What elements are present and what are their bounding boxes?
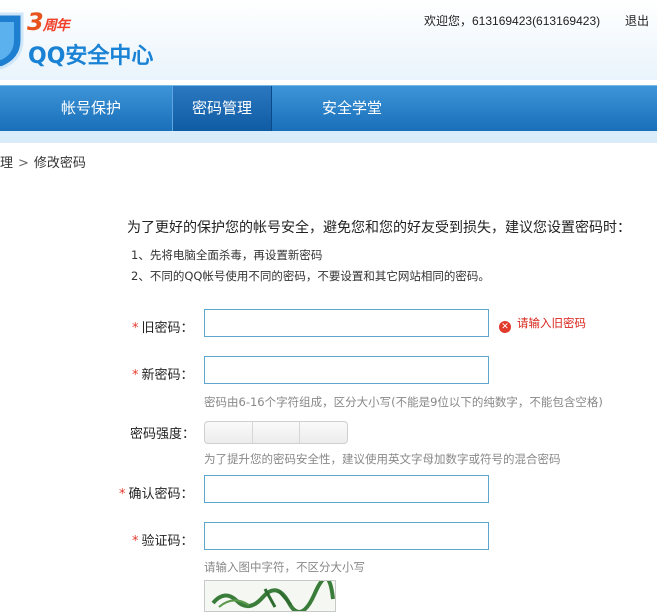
main-nav: 帐号保护 密码管理 安全学堂 xyxy=(0,85,657,131)
breadcrumb-parent[interactable]: 理 xyxy=(0,156,13,171)
new-password-label: * 新密码： xyxy=(132,368,194,383)
strength-segment-strong xyxy=(300,422,347,443)
password-strength-meter xyxy=(204,421,348,444)
anniversary-badge: 3周年 xyxy=(27,8,70,36)
confirm-password-label: * 确认密码： xyxy=(119,487,194,502)
nav-subbar xyxy=(0,131,657,143)
form-intro: 为了更好的保护您的帐号安全，避免您和您的好友受到损失，建议您设置密码时： xyxy=(127,220,631,236)
required-mark: * xyxy=(119,487,126,502)
new-password-field[interactable] xyxy=(204,356,489,384)
strength-segment-weak xyxy=(205,422,253,443)
old-password-error: ✕ 请输入旧密码 xyxy=(499,315,586,333)
old-password-field[interactable] xyxy=(204,309,489,337)
required-mark: * xyxy=(132,368,139,383)
new-password-hint: 密码由6-16个字符组成，区分大小写(不能是9位以下的纯数字，不能包含空格) xyxy=(204,395,603,409)
tip-item: 2、不同的QQ帐号使用不同的密码，不要设置和其它网站相同的密码。 xyxy=(131,269,490,283)
old-password-label: * 旧密码： xyxy=(132,321,194,336)
required-mark: * xyxy=(132,534,139,549)
strength-label: 密码强度： xyxy=(130,427,196,442)
nav-security-school[interactable]: 安全学堂 xyxy=(302,86,402,131)
breadcrumb-current: 修改密码 xyxy=(33,156,86,171)
chevron-right-icon: > xyxy=(18,156,29,171)
confirm-password-field[interactable] xyxy=(204,475,489,503)
strength-segment-medium xyxy=(253,422,301,443)
captcha-field[interactable] xyxy=(204,522,489,550)
app-logo: QQ安全中心 xyxy=(28,44,154,69)
captcha-image[interactable] xyxy=(204,580,336,612)
error-x-icon: ✕ xyxy=(499,321,511,333)
required-mark: * xyxy=(132,321,139,336)
tip-item: 1、先将电脑全面杀毒，再设置新密码 xyxy=(131,248,323,262)
logout-link[interactable]: 退出 xyxy=(625,12,649,29)
captcha-hint: 请输入图中字符，不区分大小写 xyxy=(204,560,365,574)
nav-password-management[interactable]: 密码管理 xyxy=(172,86,272,131)
strength-hint: 为了提升您的密码安全性，建议使用英文字母加数字或符号的混合密码 xyxy=(204,452,561,466)
breadcrumb: 理 > 修改密码 xyxy=(0,152,86,171)
header: 3周年 QQ安全中心 欢迎您，613169423(613169423) 退出 xyxy=(0,0,657,80)
nav-account-protection[interactable]: 帐号保护 xyxy=(40,86,142,131)
shield-icon xyxy=(0,12,24,70)
captcha-label: * 验证码： xyxy=(132,534,194,549)
welcome-text: 欢迎您，613169423(613169423) xyxy=(424,14,601,28)
